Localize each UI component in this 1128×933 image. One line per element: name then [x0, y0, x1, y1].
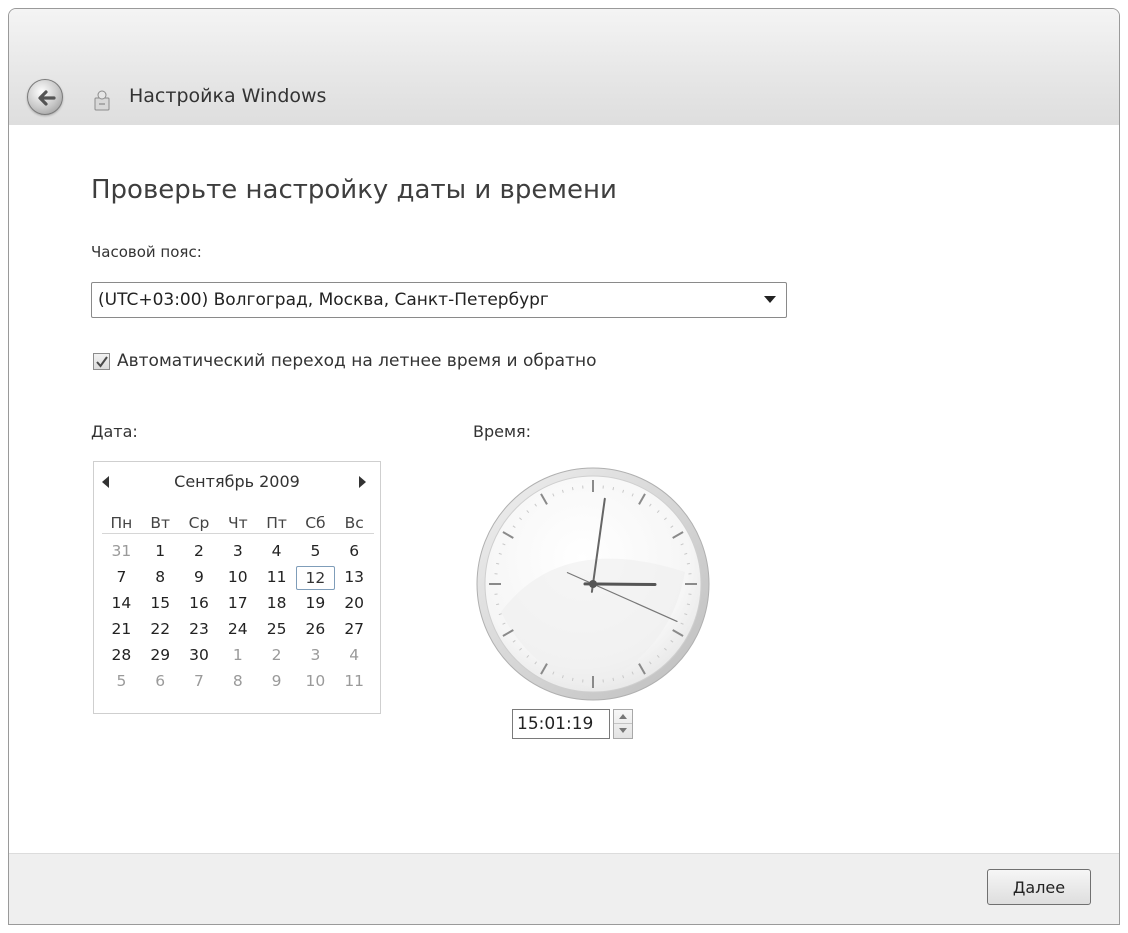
calendar-day[interactable]: 4 — [335, 644, 374, 666]
title-bar: Настройка Windows — [9, 9, 1119, 125]
calendar-week-row: 7 8 9 10 11 12 13 — [102, 566, 374, 590]
time-input[interactable]: 15:01:19 — [512, 709, 610, 739]
calendar-day[interactable]: 1 — [218, 644, 257, 666]
timezone-label: Часовой пояс: — [91, 243, 202, 261]
calendar-day[interactable]: 26 — [296, 618, 335, 640]
calendar-week-row: 14 15 16 17 18 19 20 — [102, 592, 374, 614]
calendar-weekday: Чт — [227, 514, 248, 532]
calendar-day[interactable]: 31 — [102, 540, 141, 562]
calendar-day[interactable]: 16 — [180, 592, 219, 614]
calendar-day[interactable]: 8 — [141, 566, 180, 590]
calendar-day[interactable]: 8 — [218, 670, 257, 692]
setup-window: Настройка Windows Проверьте настройку да… — [8, 8, 1120, 925]
clock-minute-tick — [612, 487, 615, 491]
calendar-day[interactable]: 6 — [335, 540, 374, 562]
time-spin-down-button[interactable] — [614, 724, 632, 738]
calendar-week-row: 21 22 23 24 25 26 27 — [102, 618, 374, 640]
calendar-day[interactable]: 2 — [180, 540, 219, 562]
calendar-day[interactable]: 7 — [102, 566, 141, 590]
setup-app-icon — [94, 90, 110, 111]
dst-checkbox[interactable] — [93, 353, 110, 370]
time-spinner[interactable] — [613, 709, 633, 739]
calendar-day[interactable]: 5 — [102, 670, 141, 692]
calendar-day[interactable]: 2 — [257, 644, 296, 666]
calendar-day[interactable]: 3 — [218, 540, 257, 562]
calendar-day[interactable]: 25 — [257, 618, 296, 640]
calendar-week-row: 31 1 2 3 4 5 6 — [102, 540, 374, 562]
calendar-day[interactable]: 24 — [218, 618, 257, 640]
calendar-day[interactable]: 19 — [296, 592, 335, 614]
back-arrow-icon — [38, 90, 56, 106]
calendar-weekday: Вс — [344, 514, 364, 532]
calendar-day[interactable]: 15 — [141, 592, 180, 614]
calendar-day[interactable]: 28 — [102, 644, 141, 666]
calendar-day[interactable]: 3 — [296, 644, 335, 666]
chevron-right-icon[interactable] — [358, 476, 366, 488]
calendar-weekday-header: Пн Вт Ср Чт Пт Сб Вс — [102, 514, 374, 534]
clock-center-pin — [589, 580, 597, 588]
calendar-day[interactable]: 17 — [218, 592, 257, 614]
spin-up-arrow-icon — [619, 714, 627, 719]
date-label: Дата: — [91, 422, 138, 441]
calendar-day[interactable]: 29 — [141, 644, 180, 666]
clock-minute-tick — [686, 562, 690, 565]
dropdown-arrow-icon — [764, 296, 776, 303]
calendar-day[interactable]: 22 — [141, 618, 180, 640]
calendar-day[interactable]: 20 — [335, 592, 374, 614]
footer-bar: Далее — [9, 853, 1119, 924]
window-title: Настройка Windows — [129, 85, 327, 107]
spin-down-arrow-icon — [619, 728, 627, 733]
calendar-day[interactable]: 12 — [295, 566, 335, 590]
dst-checkbox-label: Автоматический переход на летнее время и… — [117, 351, 597, 371]
calendar-weekday: Сб — [305, 514, 326, 532]
calendar-day[interactable]: 13 — [335, 566, 374, 590]
calendar-week-row: 28 29 30 1 2 3 4 — [102, 644, 374, 666]
clock-minute-tick — [571, 677, 574, 681]
calendar-day[interactable]: 18 — [257, 592, 296, 614]
analog-clock — [476, 467, 710, 701]
calendar-week-row: 5 6 7 8 9 10 11 — [102, 670, 374, 692]
calendar-day[interactable]: 27 — [335, 618, 374, 640]
next-button[interactable]: Далее — [987, 869, 1091, 905]
calendar-month-title[interactable]: Сентябрь 2009 — [94, 472, 380, 491]
calendar: Сентябрь 2009 Пн Вт Ср Чт Пт Сб Вс 31 1 2 3 4 5 6 7 8 9… — [93, 461, 381, 714]
time-label: Время: — [473, 422, 532, 441]
clock-minute-tick — [686, 603, 690, 606]
calendar-day[interactable]: 7 — [180, 670, 219, 692]
calendar-weekday: Пн — [110, 514, 133, 532]
clock-minute-tick — [496, 603, 500, 606]
calendar-day[interactable]: 10 — [218, 566, 257, 590]
clock-minute-tick — [496, 562, 500, 565]
calendar-day[interactable]: 21 — [102, 618, 141, 640]
calendar-day[interactable]: 10 — [296, 670, 335, 692]
clock-minute-tick — [571, 487, 574, 491]
page-title: Проверьте настройку даты и времени — [91, 175, 617, 205]
calendar-day[interactable]: 30 — [180, 644, 219, 666]
calendar-day[interactable]: 5 — [296, 540, 335, 562]
calendar-day[interactable]: 14 — [102, 592, 141, 614]
calendar-day[interactable]: 11 — [257, 566, 296, 590]
calendar-day[interactable]: 23 — [180, 618, 219, 640]
calendar-weekday: Ср — [188, 514, 210, 532]
calendar-day[interactable]: 9 — [180, 566, 219, 590]
timezone-selected-value: (UTC+03:00) Волгоград, Москва, Санкт-Пет… — [98, 290, 549, 310]
calendar-day[interactable]: 4 — [257, 540, 296, 562]
content-area: Проверьте настройку даты и времени Часов… — [9, 125, 1119, 853]
calendar-weekday: Пт — [266, 514, 287, 532]
checkmark-icon — [96, 356, 108, 368]
calendar-day[interactable]: 11 — [335, 670, 374, 692]
clock-minute-tick — [612, 677, 615, 681]
calendar-day[interactable]: 6 — [141, 670, 180, 692]
calendar-weekday: Вт — [150, 514, 171, 532]
calendar-day[interactable]: 1 — [141, 540, 180, 562]
timezone-dropdown[interactable]: (UTC+03:00) Волгоград, Москва, Санкт-Пет… — [91, 282, 787, 318]
calendar-day[interactable]: 9 — [257, 670, 296, 692]
time-spin-up-button[interactable] — [614, 710, 632, 724]
back-button[interactable] — [27, 79, 63, 115]
